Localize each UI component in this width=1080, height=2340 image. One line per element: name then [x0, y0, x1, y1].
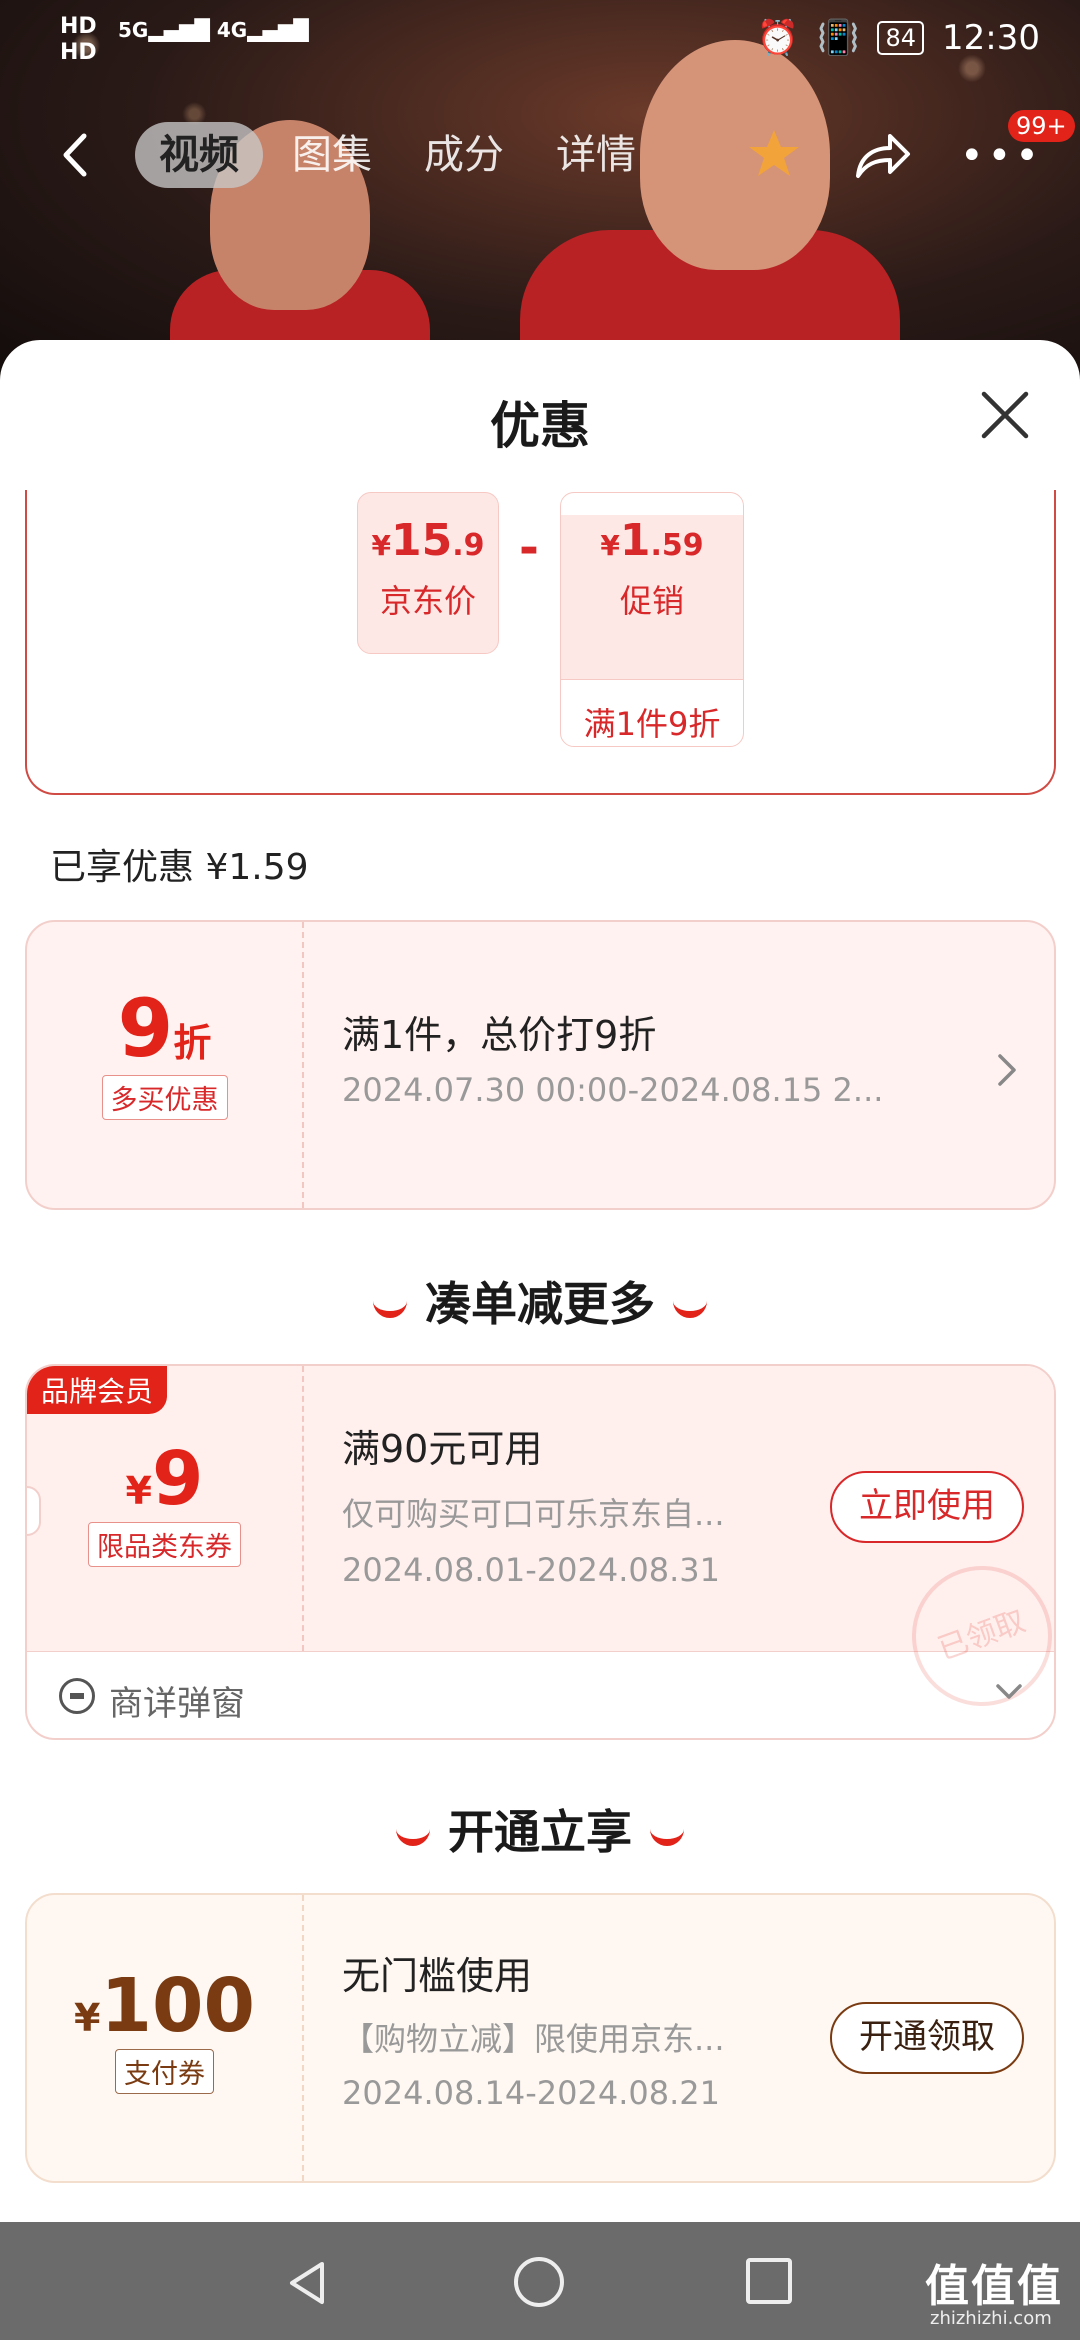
site-watermark-url: zhizhizhi.com [930, 2308, 1052, 2329]
tab-details[interactable]: 详情 [556, 122, 636, 188]
smile-decoration-icon [673, 1298, 707, 1318]
product-top-nav: 视频 图集 成分 详情 ••• 99+ [0, 110, 1080, 200]
promo-rule: 满1件9折 [561, 679, 743, 746]
coupon-info: 满90元可用 仅可购买可口可乐京东自... 2024.08.01-2024.08… [342, 1418, 772, 1589]
coupon-type-tag: 限品类东券 [88, 1522, 241, 1567]
coupon-divider [302, 922, 304, 1208]
section-heading-more-savings: 凑单减更多 [0, 1268, 1080, 1334]
close-icon[interactable] [978, 388, 1032, 442]
coupon-amount: ¥9 [125, 1436, 204, 1522]
coupon-description: 仅可购买可口可乐京东自... [342, 1495, 725, 1533]
ticket-icon [59, 1678, 95, 1714]
discount-tag: 多买优惠 [101, 1075, 228, 1120]
nav-back-icon[interactable] [282, 2258, 332, 2308]
brand-member-coupon-card: 品牌会员 ¥9 限品类东券 满90元可用 仅可购买可口可乐京东自... 2024… [25, 1364, 1056, 1740]
smile-decoration-icon [650, 1826, 684, 1846]
coupon-title: 无门槛使用 [342, 1954, 533, 1998]
enjoyed-discount-text: 已享优惠 ¥1.59 [50, 847, 309, 888]
star-icon[interactable] [746, 126, 802, 182]
coupon-value-area: ¥9 限品类东券 [27, 1436, 302, 1567]
vibrate-icon: 📳 [817, 18, 860, 58]
tab-video[interactable]: 视频 [135, 122, 263, 188]
coupon-description: 【购物立减】限使用京东... [342, 2020, 725, 2058]
promo-label: 促销 [619, 582, 684, 620]
minus-sign: - [519, 520, 539, 576]
tab-gallery[interactable]: 图集 [292, 122, 372, 188]
jd-price-label: 京东价 [379, 582, 476, 620]
promotion-sheet: 优惠 ¥15.9 京东价 - ¥1.59 促销 满1件9折 已享优惠 ¥1.59… [0, 340, 1080, 2220]
hd2-label: HD [60, 40, 97, 65]
alarm-icon: ⏰ [756, 18, 800, 58]
battery-indicator: 84 [877, 21, 925, 55]
share-icon[interactable] [852, 126, 912, 182]
coupon-divider [302, 1366, 304, 1651]
coupon-period: 2024.08.01-2024.08.31 [342, 1551, 720, 1589]
network-4g: 4G [216, 18, 248, 42]
multi-buy-discount-coupon[interactable]: 9折 多买优惠 满1件，总价打9折 2024.07.30 00:00-2024.… [25, 920, 1056, 1210]
promo-price-chip: ¥1.59 促销 满1件9折 [560, 492, 744, 747]
section-more-label: 凑单减更多 [425, 1277, 655, 1331]
chevron-right-icon[interactable] [996, 1052, 1020, 1088]
smile-decoration-icon [373, 1298, 407, 1318]
signal-icons: 5G▂▄▆█ 4G▂▄▆█ [118, 18, 309, 42]
coupon-info: 满1件，总价打9折 2024.07.30 00:00-2024.08.15 2.… [342, 1004, 1054, 1109]
chevron-down-icon[interactable] [994, 1682, 1024, 1702]
coupon-title: 满1件，总价打9折 [342, 1013, 657, 1057]
coupon-title: 满90元可用 [342, 1427, 543, 1471]
promo-price-amount: ¥1.59 [600, 515, 704, 566]
popup-label: 商详弹窗 [109, 1684, 245, 1724]
jd-price-chip: ¥15.9 京东价 [357, 492, 499, 654]
sheet-title: 优惠 [490, 397, 590, 455]
site-watermark: 值值值 [925, 2261, 1063, 2312]
open-and-claim-button[interactable]: 开通领取 [830, 2002, 1024, 2074]
coupon-period: 2024.07.30 00:00-2024.08.15 2... [342, 1071, 884, 1109]
brand-coupon: 品牌会员 ¥9 限品类东券 满90元可用 仅可购买可口可乐京东自... 2024… [27, 1366, 1054, 1726]
tab-ingredients[interactable]: 成分 [424, 122, 504, 188]
smile-decoration-icon [396, 1826, 430, 1846]
status-bar: HD HD 5G▂▄▆█ 4G▂▄▆█ ⏰ 📳 84 12:30 [0, 0, 1080, 80]
product-popup-row[interactable]: 商详弹窗 [27, 1652, 1054, 1738]
nav-home-icon[interactable] [514, 2257, 564, 2307]
coupon-amount: ¥100 [74, 1963, 255, 2049]
status-right: ⏰ 📳 84 12:30 [757, 18, 1040, 58]
message-badge: 99+ [1008, 110, 1075, 142]
coupon-divider [302, 1895, 304, 2181]
hd1-label: HD [60, 14, 97, 39]
nav-recent-apps-icon[interactable] [746, 2258, 792, 2304]
more-icon[interactable]: ••• [960, 136, 1043, 176]
payment-coupon: ¥100 支付券 无门槛使用 【购物立减】限使用京东... 2024.08.14… [25, 1893, 1056, 2183]
use-now-button[interactable]: 立即使用 [830, 1471, 1024, 1543]
discount-value: 9折 [117, 982, 212, 1075]
coupon-info: 无门槛使用 【购物立减】限使用京东... 2024.08.14-2024.08.… [342, 1945, 772, 2112]
clock: 12:30 [942, 18, 1040, 58]
back-icon[interactable] [52, 130, 102, 180]
network-5g: 5G [118, 18, 149, 42]
section-heading-open-benefits: 开通立享 [0, 1796, 1080, 1862]
coupon-period: 2024.08.14-2024.08.21 [342, 2074, 720, 2112]
brand-member-badge: 品牌会员 [27, 1366, 168, 1414]
coupon-value-area: 9折 多买优惠 [27, 982, 302, 1120]
price-summary-card: ¥15.9 京东价 - ¥1.59 促销 满1件9折 [25, 490, 1056, 795]
section-open-label: 开通立享 [448, 1805, 632, 1859]
coupon-type-tag: 支付券 [115, 2049, 214, 2094]
system-navigation-bar: 值值值 zhizhizhi.com [0, 2222, 1080, 2340]
coupon-value-area: ¥100 支付券 [27, 1963, 302, 2094]
jd-price-amount: ¥15.9 [371, 515, 485, 566]
hd-indicator: HD HD [60, 14, 97, 66]
